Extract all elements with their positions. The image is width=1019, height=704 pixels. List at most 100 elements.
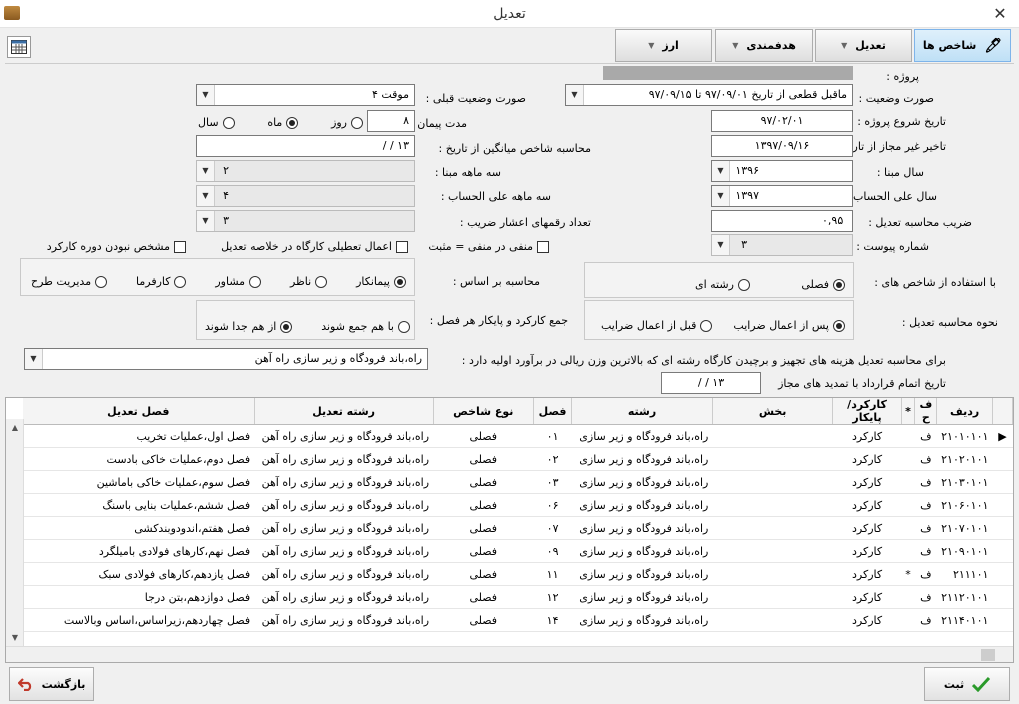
- cell-field[interactable]: راه،باند فرودگاه و زیر سازی: [571, 585, 713, 609]
- coef-field[interactable]: ۰,۹۵: [711, 210, 853, 232]
- contract-duration-field[interactable]: ۸: [367, 110, 415, 132]
- close-button[interactable]: ✕: [981, 0, 1019, 28]
- cell-field[interactable]: راه،باند فرودگاه و زیر سازی: [571, 470, 713, 494]
- table-row[interactable]: ۲۱۰۷۰۱۰۱ ف کارکرد راه،باند فرودگاه و زیر سا…: [23, 516, 1013, 540]
- tab-adjustment[interactable]: تعدیل ▼: [815, 29, 912, 62]
- row-indicator[interactable]: ▶: [992, 424, 1013, 448]
- unit-day-radio[interactable]: روز: [331, 116, 363, 129]
- cell-id[interactable]: ۲۱۰۷۰۱۰۱: [936, 516, 993, 540]
- col-header-field[interactable]: رشته: [571, 398, 713, 425]
- cell-section[interactable]: [712, 562, 833, 586]
- cell-section[interactable]: [712, 608, 833, 632]
- cell-star[interactable]: [901, 424, 915, 448]
- cell-star[interactable]: [901, 493, 915, 517]
- cell-star[interactable]: [901, 516, 915, 540]
- col-header-section[interactable]: بخش: [712, 398, 834, 425]
- unit-month-radio[interactable]: ماه: [267, 116, 299, 129]
- basis-employer-radio[interactable]: کارفرما: [136, 275, 187, 288]
- save-button[interactable]: ثبت: [924, 667, 1010, 701]
- row-indicator[interactable]: [992, 539, 1013, 563]
- scroll-thumb[interactable]: [981, 649, 995, 661]
- cell-star[interactable]: [901, 539, 915, 563]
- completion-date-field[interactable]: ۱۳ / /: [661, 372, 761, 394]
- cell-star[interactable]: [901, 585, 915, 609]
- cell-season[interactable]: ۰۲: [533, 447, 572, 471]
- cell-season[interactable]: ۱۴: [533, 608, 572, 632]
- cell-id[interactable]: ۲۱۰۲۰۱۰۱: [936, 447, 993, 471]
- cell-id[interactable]: ۲۱۱۱۰۱: [936, 562, 993, 586]
- cell-type[interactable]: کارکرد: [832, 608, 902, 632]
- tab-targeting[interactable]: هدفمندی ▼: [715, 29, 813, 62]
- cell-type[interactable]: کارکرد: [832, 516, 902, 540]
- col-header-season[interactable]: فصل: [533, 398, 573, 425]
- cell-season[interactable]: ۰۶: [533, 493, 572, 517]
- cell-adj-season[interactable]: فصل اول،عملیات تخریب: [23, 424, 255, 448]
- cell-star[interactable]: [901, 608, 915, 632]
- cell-adj-field[interactable]: راه،باند فرودگاه و زیر سازی راه آهن: [254, 447, 434, 471]
- cell-adj-season[interactable]: فصل سوم،عملیات خاکی باماشین: [23, 470, 255, 494]
- cell-star[interactable]: *: [901, 562, 915, 586]
- row-indicator[interactable]: [992, 585, 1013, 609]
- cell-type[interactable]: کارکرد: [832, 493, 902, 517]
- cell-id[interactable]: ۲۱۰۹۰۱۰۱: [936, 539, 993, 563]
- cell-field[interactable]: راه،باند فرودگاه و زیر سازی: [571, 424, 713, 448]
- cell-id[interactable]: ۲۱۰۶۰۱۰۱: [936, 493, 993, 517]
- cell-field[interactable]: راه،باند فرودگاه و زیر سازی: [571, 608, 713, 632]
- row-indicator[interactable]: [992, 562, 1013, 586]
- prev-status-select[interactable]: ▼ موقت ۴: [196, 84, 415, 106]
- neg-positive-checkbox[interactable]: منفی در منفی = مثبت: [428, 240, 549, 253]
- horizontal-scrollbar[interactable]: [6, 646, 1013, 662]
- cell-index-type[interactable]: فصلی: [433, 470, 534, 494]
- cell-adj-season[interactable]: فصل نهم،کارهای فولادی بامیلگرد: [23, 539, 255, 563]
- vertical-scrollbar[interactable]: ▲ ▼: [6, 419, 24, 647]
- cell-adj-season[interactable]: فصل چهاردهم،زیراساس،اساس وبالاست: [23, 608, 255, 632]
- cell-id[interactable]: ۲۱۰۳۰۱۰۱: [936, 470, 993, 494]
- cell-id[interactable]: ۲۱۰۱۰۱۰۱: [936, 424, 993, 448]
- annex-select[interactable]: ▼ ۳: [711, 234, 853, 256]
- cell-index-type[interactable]: فصلی: [433, 562, 534, 586]
- cell-season[interactable]: ۰۳: [533, 470, 572, 494]
- basis-consultant-radio[interactable]: مشاور: [215, 275, 262, 288]
- col-header-adj-field[interactable]: رشته تعدیل: [254, 398, 434, 425]
- cell-adj-season[interactable]: فصل دوم،عملیات خاکی بادست: [23, 447, 255, 471]
- cell-fh[interactable]: ف: [914, 539, 937, 563]
- index-field-radio[interactable]: رشته ای: [695, 278, 750, 291]
- cell-field[interactable]: راه،باند فرودگاه و زیر سازی: [571, 539, 713, 563]
- table-row[interactable]: ۲۱۰۳۰۱۰۱ ف کارکرد راه،باند فرودگاه و زیر سا…: [23, 470, 1013, 494]
- tab-currency[interactable]: ارز ▼: [615, 29, 712, 62]
- cell-index-type[interactable]: فصلی: [433, 585, 534, 609]
- base-quarter-select[interactable]: ▼ ۲: [196, 160, 415, 182]
- col-header-star[interactable]: *: [901, 398, 916, 425]
- cell-fh[interactable]: ف: [914, 608, 937, 632]
- cell-field[interactable]: راه،باند فرودگاه و زیر سازی: [571, 493, 713, 517]
- cell-field[interactable]: راه،باند فرودگاه و زیر سازی: [571, 516, 713, 540]
- col-header-row-number[interactable]: ردیف: [936, 398, 993, 425]
- row-indicator[interactable]: [992, 470, 1013, 494]
- cell-fh[interactable]: ف: [914, 562, 937, 586]
- cell-type[interactable]: کارکرد: [832, 539, 902, 563]
- index-seasonal-radio[interactable]: فصلی: [801, 278, 845, 291]
- cell-section[interactable]: [712, 585, 833, 609]
- row-indicator[interactable]: [992, 447, 1013, 471]
- base-year-select[interactable]: ▼ ۱۳۹۶: [711, 160, 853, 182]
- cell-adj-field[interactable]: راه،باند فرودگاه و زیر سازی راه آهن: [254, 493, 434, 517]
- cell-adj-field[interactable]: راه،باند فرودگاه و زیر سازی راه آهن: [254, 585, 434, 609]
- cell-type[interactable]: کارکرد: [832, 562, 902, 586]
- row-indicator[interactable]: [992, 493, 1013, 517]
- cell-fh[interactable]: ف: [914, 470, 937, 494]
- cell-adj-season[interactable]: فصل هفتم،اندودوبندکشی: [23, 516, 255, 540]
- cell-adj-season[interactable]: فصل دوازدهم،بتن درجا: [23, 585, 255, 609]
- calendar-button[interactable]: [7, 36, 31, 58]
- avg-index-date-field[interactable]: ۱۳ / /: [196, 135, 415, 157]
- cell-adj-field[interactable]: راه،باند فرودگاه و زیر سازی راه آهن: [254, 516, 434, 540]
- cell-section[interactable]: [712, 470, 833, 494]
- col-header-fh[interactable]: ف ح: [914, 398, 938, 425]
- cell-index-type[interactable]: فصلی: [433, 447, 534, 471]
- basis-supervisor-radio[interactable]: ناظر: [290, 275, 328, 288]
- delay-date-field[interactable]: ۱۳۹۷/۰۹/۱۶: [711, 135, 853, 157]
- cell-adj-season[interactable]: فصل یازدهم،کارهای فولادی سبک: [23, 562, 255, 586]
- method-before-radio[interactable]: قبل از اعمال ضرایب: [601, 319, 713, 332]
- sum-combined-radio[interactable]: از هم جدا شوند: [205, 320, 293, 333]
- col-header-index-type[interactable]: نوع شاخص: [433, 398, 535, 425]
- cell-index-type[interactable]: فصلی: [433, 539, 534, 563]
